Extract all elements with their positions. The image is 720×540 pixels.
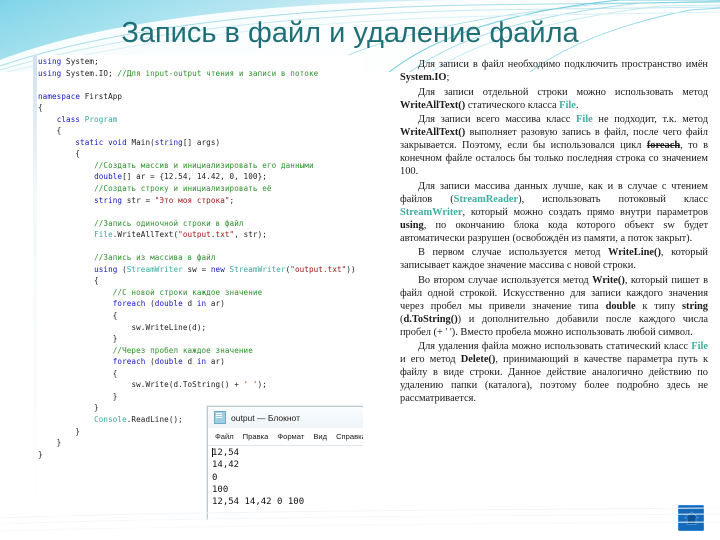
notepad-title-text: output — Блокнот bbox=[231, 412, 300, 423]
text-run-bold: System.IO bbox=[400, 72, 447, 83]
body-paragraph: Для записи в файл необходимо подключить … bbox=[400, 58, 708, 84]
text-run-normal: В первом случае используется метод bbox=[418, 247, 609, 258]
code-screenshot: using System; using System.IO; //Для inp… bbox=[33, 55, 363, 520]
text-run-teal: File bbox=[691, 341, 708, 352]
text-run-bold: WriteLine() bbox=[608, 247, 661, 258]
body-paragraph: Во втором случае используется метод Writ… bbox=[400, 274, 708, 339]
text-run-normal: Для записи всего массива класс bbox=[418, 114, 576, 125]
body-paragraph: Для записи отдельной строки можно исполь… bbox=[400, 86, 708, 112]
text-run-bold: d.ToString() bbox=[403, 313, 458, 325]
text-run-normal: не подходит, т.к. метод bbox=[592, 114, 708, 125]
notepad-titlebar: output — Блокнот bbox=[208, 407, 363, 428]
notepad-menu-item-0[interactable]: Файл bbox=[215, 432, 234, 441]
text-run-normal: Для удаления файла можно использовать ст… bbox=[418, 341, 692, 352]
body-paragraph: Для записи массива данных лучше, как и в… bbox=[400, 180, 708, 245]
body-paragraph: В первом случае используется метод Write… bbox=[400, 246, 708, 272]
text-run-normal: Во втором случае используется метод bbox=[418, 274, 593, 286]
footer-decoration bbox=[0, 506, 720, 540]
body-paragraph: Для удаления файла можно использовать ст… bbox=[400, 340, 708, 405]
notepad-menu-item-1[interactable]: Правка bbox=[243, 432, 269, 441]
text-run-normal: статического класса bbox=[465, 99, 560, 111]
text-run-bold: Write() bbox=[592, 274, 625, 286]
text-run-bold: WriteAllText() bbox=[400, 99, 466, 111]
text-run-normal: . bbox=[575, 99, 579, 111]
text-run-normal: к типу bbox=[635, 300, 683, 312]
editor-gutter bbox=[33, 55, 37, 520]
text-run-bold: WriteAllText() bbox=[400, 127, 466, 138]
text-run-teal: StreamWriter bbox=[400, 206, 463, 218]
code-block: using System; using System.IO; //Для inp… bbox=[38, 57, 356, 459]
text-run-normal: и его метод bbox=[400, 354, 461, 365]
body-text-column: Для записи в файл необходимо подключить … bbox=[400, 58, 708, 405]
text-run-strike: foreach bbox=[646, 140, 681, 151]
text-run-normal: , по окончанию блока кода которого объек… bbox=[400, 219, 708, 244]
notepad-content: 12,54 14,42 0 100 12,54 14,42 0 100 bbox=[212, 448, 305, 508]
notepad-menu-item-3[interactable]: Вид bbox=[313, 432, 327, 441]
slide: Запись в файл и удаление файла using Sys… bbox=[0, 0, 720, 540]
notepad-text-area[interactable]: 12,54 14,42 0 100 12,54 14,42 0 100 bbox=[208, 446, 363, 508]
text-run-bold: Delete() bbox=[460, 354, 496, 365]
notepad-icon bbox=[214, 411, 226, 424]
text-run-bold: string bbox=[682, 300, 708, 312]
text-run-normal: Для записи отдельной строки можно исполь… bbox=[418, 86, 708, 98]
notepad-menu-item-2[interactable]: Формат bbox=[277, 432, 304, 441]
text-run-teal: File bbox=[576, 114, 593, 125]
text-run-teal: File bbox=[559, 99, 576, 111]
notepad-menu-item-4[interactable]: Справка bbox=[336, 432, 363, 441]
text-run-teal: StreamReader bbox=[453, 193, 519, 205]
body-paragraph: Для записи всего массива класс File не п… bbox=[400, 113, 708, 178]
text-run-normal: Для записи в файл необходимо подключить … bbox=[418, 59, 708, 70]
text-run-normal: ; bbox=[446, 72, 450, 83]
page-title: Запись в файл и удаление файла bbox=[121, 17, 579, 49]
notepad-window[interactable]: output — Блокнот Файл Правка Формат Вид Спра… bbox=[207, 406, 363, 520]
text-run-normal: ), использовать потоковый класс bbox=[518, 193, 709, 205]
text-caret bbox=[212, 448, 213, 457]
text-run-bold: using bbox=[400, 219, 424, 231]
notepad-menubar[interactable]: Файл Правка Формат Вид Справка bbox=[208, 428, 363, 446]
text-run-normal: , который можно создать прямо внутри пар… bbox=[462, 206, 708, 218]
text-run-bold: double bbox=[605, 300, 636, 312]
